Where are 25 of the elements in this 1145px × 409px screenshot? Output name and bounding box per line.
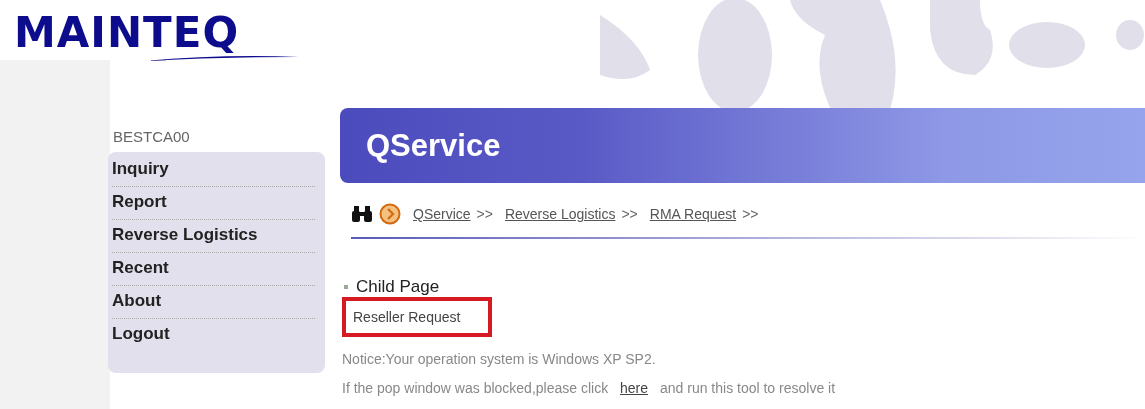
arrow-circle-icon bbox=[379, 203, 401, 225]
sidebar-item[interactable]: Logout bbox=[112, 319, 315, 351]
breadcrumb-link[interactable]: QService bbox=[413, 206, 471, 222]
username: BESTCA00 bbox=[113, 128, 191, 147]
breadcrumb-link[interactable]: Reverse Logistics bbox=[504, 206, 616, 222]
bullet-icon bbox=[344, 285, 348, 289]
section-title: Child Page bbox=[356, 277, 440, 297]
sidebar-item[interactable]: Reverse Logistics bbox=[112, 220, 315, 253]
sidebar-item[interactable]: Inquiry bbox=[112, 154, 315, 187]
blob-shape bbox=[1116, 20, 1144, 50]
breadcrumb-separator: >> bbox=[621, 206, 638, 222]
here-link[interactable]: here bbox=[612, 380, 657, 396]
breadcrumb-separator: >> bbox=[476, 206, 493, 222]
binoculars-icon bbox=[351, 205, 373, 223]
sidebar-item[interactable]: About bbox=[112, 286, 315, 319]
sidebar-item[interactable]: Report bbox=[112, 187, 315, 220]
breadcrumb-separator: >> bbox=[742, 206, 759, 222]
breadcrumb-link[interactable]: RMA Request bbox=[649, 206, 737, 222]
child-page-link[interactable]: Reseller Request bbox=[342, 297, 493, 337]
sidebar-item[interactable]: Recent bbox=[112, 253, 315, 286]
logo: MAINTEQ bbox=[14, 10, 240, 56]
popup-instructions: If the pop window was blocked,please click here and run this tool to resolve it bbox=[342, 380, 837, 396]
page-title: QService bbox=[366, 127, 501, 164]
notice-text: Notice:Your operation system is Windows XP SP2. bbox=[342, 351, 657, 367]
blob-shape bbox=[600, 15, 650, 79]
